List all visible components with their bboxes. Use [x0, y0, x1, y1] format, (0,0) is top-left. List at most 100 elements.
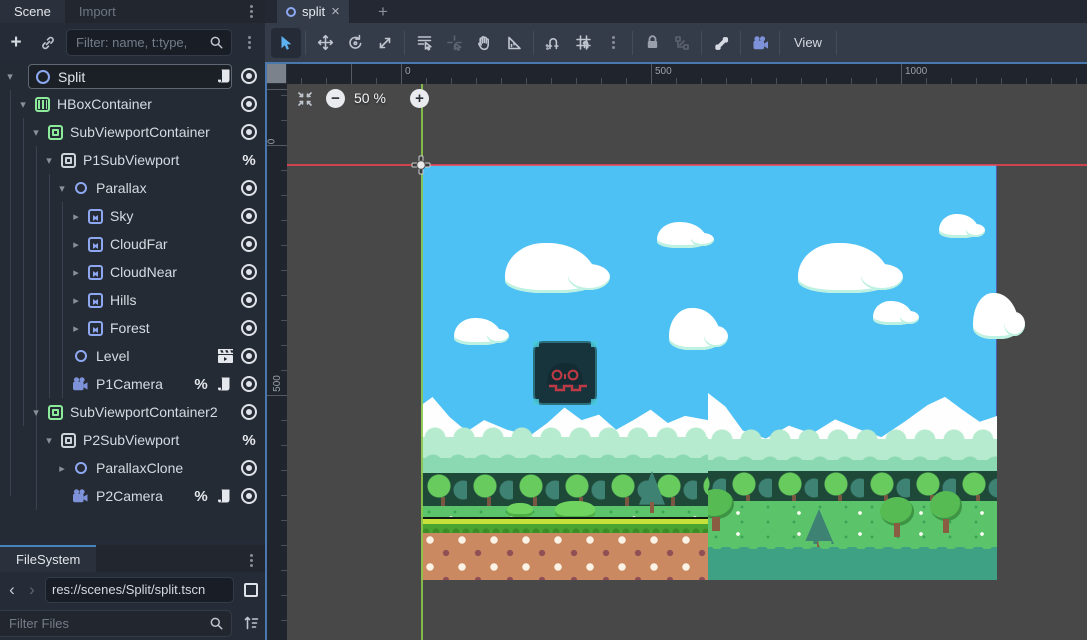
- grid-snap-button[interactable]: [568, 28, 598, 58]
- visibility-eye-icon[interactable]: [237, 176, 261, 200]
- visibility-eye-icon[interactable]: [237, 456, 261, 480]
- visibility-eye-icon[interactable]: [237, 64, 261, 88]
- tree-row-forest[interactable]: ▸ Forest: [0, 314, 265, 342]
- lock-selected-button[interactable]: [637, 28, 667, 58]
- zoom-out-button[interactable]: −: [326, 89, 345, 108]
- script-icon[interactable]: [213, 64, 237, 88]
- scale-mode-button[interactable]: [370, 28, 400, 58]
- chevron-right-icon[interactable]: ▸: [70, 322, 82, 335]
- tree-row-hills[interactable]: ▸ Hills: [0, 286, 265, 314]
- pivot-mode-button[interactable]: [439, 28, 469, 58]
- chevron-down-icon[interactable]: ▾: [4, 70, 16, 83]
- script-icon[interactable]: [213, 484, 237, 508]
- visibility-eye-icon[interactable]: [237, 232, 261, 256]
- chevron-down-icon[interactable]: ▾: [17, 98, 29, 111]
- scene-filter-input[interactable]: [67, 35, 209, 50]
- group-selected-button[interactable]: [667, 28, 697, 58]
- tree-row-cloudnear[interactable]: ▸ CloudNear: [0, 258, 265, 286]
- scene-tab-split[interactable]: split ×: [277, 0, 349, 23]
- add-node-button[interactable]: +: [4, 31, 28, 55]
- current-path-input[interactable]: [46, 578, 233, 602]
- tab-filesystem[interactable]: FileSystem: [0, 545, 96, 572]
- visibility-eye-icon[interactable]: [237, 120, 261, 144]
- skeleton-options-button[interactable]: [706, 28, 736, 58]
- tree-row-p1camera[interactable]: P1Camera %: [0, 370, 265, 398]
- ruler-mode-button[interactable]: [499, 28, 529, 58]
- tree-row-p2camera[interactable]: P2Camera %: [0, 482, 265, 510]
- toggle-split-mode-button[interactable]: [239, 578, 263, 602]
- chevron-right-icon[interactable]: ▸: [70, 294, 82, 307]
- tree-row-subviewportcontainer[interactable]: ▾ SubViewportContainer: [0, 118, 265, 146]
- history-back-icon[interactable]: ‹: [2, 580, 22, 600]
- unique-name-icon[interactable]: %: [189, 372, 213, 396]
- snap-options-button[interactable]: [598, 28, 628, 58]
- file-sort-button[interactable]: [239, 611, 263, 635]
- open-instanced-scene-icon[interactable]: [213, 344, 237, 368]
- chevron-right-icon[interactable]: ▸: [70, 266, 82, 279]
- dock-menu-icon[interactable]: [243, 3, 259, 19]
- tree-row-parallaxclone[interactable]: ▸ ParallaxClone: [0, 454, 265, 482]
- visibility-eye-icon[interactable]: [237, 344, 261, 368]
- zoom-in-button[interactable]: +: [410, 89, 429, 108]
- horizontal-ruler[interactable]: 0 500 1000: [287, 64, 1087, 84]
- player-sprite[interactable]: [533, 341, 597, 410]
- visibility-eye-icon[interactable]: [237, 372, 261, 396]
- tab-import[interactable]: Import: [65, 0, 130, 23]
- chevron-down-icon[interactable]: ▾: [56, 182, 68, 195]
- filesystem-menu-icon[interactable]: [243, 552, 259, 568]
- parallax-layer-icon: [88, 237, 103, 252]
- smart-snap-button[interactable]: [538, 28, 568, 58]
- unique-name-icon[interactable]: %: [237, 428, 261, 452]
- close-icon[interactable]: ×: [331, 4, 340, 19]
- tree-row-parallax[interactable]: ▾ Parallax: [0, 174, 265, 202]
- tree-row-hboxcontainer[interactable]: ▾ HBoxContainer: [0, 90, 265, 118]
- new-scene-tab-button[interactable]: +: [370, 0, 396, 23]
- pan-mode-button[interactable]: [469, 28, 499, 58]
- canvas-2d[interactable]: − 50 % +: [287, 84, 1087, 640]
- visibility-eye-icon[interactable]: [237, 260, 261, 284]
- visibility-eye-icon[interactable]: [237, 400, 261, 424]
- script-icon[interactable]: [213, 372, 237, 396]
- ruler-corner[interactable]: [267, 64, 287, 84]
- selectable-nodes-list-button[interactable]: [409, 28, 439, 58]
- visibility-eye-icon[interactable]: [237, 316, 261, 340]
- tree-row-level[interactable]: Level: [0, 342, 265, 370]
- node-rename-input[interactable]: [50, 69, 231, 85]
- chevron-down-icon[interactable]: ▾: [43, 434, 55, 447]
- visibility-eye-icon[interactable]: [237, 484, 261, 508]
- visibility-eye-icon[interactable]: [237, 204, 261, 228]
- center-view-button[interactable]: [296, 90, 314, 113]
- vertical-ruler[interactable]: 0 500: [267, 84, 287, 640]
- chevron-right-icon[interactable]: ▸: [70, 210, 82, 223]
- canvas-toolbar: View: [265, 23, 1087, 62]
- pine-tree: [639, 471, 665, 513]
- visibility-eye-icon[interactable]: [237, 288, 261, 312]
- tree-row-cloudfar[interactable]: ▸ CloudFar: [0, 230, 265, 258]
- tree-row-p2subviewport[interactable]: ▾ P2SubViewport %: [0, 426, 265, 454]
- tree-row-p1subviewport[interactable]: ▾ P1SubViewport %: [0, 146, 265, 174]
- tab-scene[interactable]: Scene: [0, 0, 65, 23]
- select-mode-button[interactable]: [271, 28, 301, 58]
- chevron-down-icon[interactable]: ▾: [43, 154, 55, 167]
- zoom-level-label[interactable]: 50 %: [354, 90, 386, 106]
- chevron-down-icon[interactable]: ▾: [30, 126, 42, 139]
- instance-scene-button[interactable]: [36, 31, 60, 55]
- visibility-eye-icon[interactable]: [237, 92, 261, 116]
- view-menu-button[interactable]: View: [784, 28, 832, 58]
- file-filter-input[interactable]: [0, 616, 209, 631]
- tree-row-subviewportcontainer2[interactable]: ▾ SubViewportContainer2: [0, 398, 265, 426]
- unique-name-icon[interactable]: %: [189, 484, 213, 508]
- camera-override-button[interactable]: [745, 28, 775, 58]
- node-position-gizmo[interactable]: [409, 153, 433, 182]
- chevron-right-icon[interactable]: ▸: [70, 238, 82, 251]
- history-forward-icon[interactable]: ›: [22, 580, 42, 600]
- tree-row-sky[interactable]: ▸ Sky: [0, 202, 265, 230]
- chevron-down-icon[interactable]: ▾: [30, 406, 42, 419]
- unique-name-icon[interactable]: %: [237, 148, 261, 172]
- move-mode-button[interactable]: [310, 28, 340, 58]
- scale-icon: [377, 35, 393, 51]
- rotate-mode-button[interactable]: [340, 28, 370, 58]
- scene-tree-menu-icon[interactable]: [241, 35, 257, 51]
- tree-row-split[interactable]: ▾: [0, 62, 265, 90]
- chevron-right-icon[interactable]: ▸: [56, 462, 68, 475]
